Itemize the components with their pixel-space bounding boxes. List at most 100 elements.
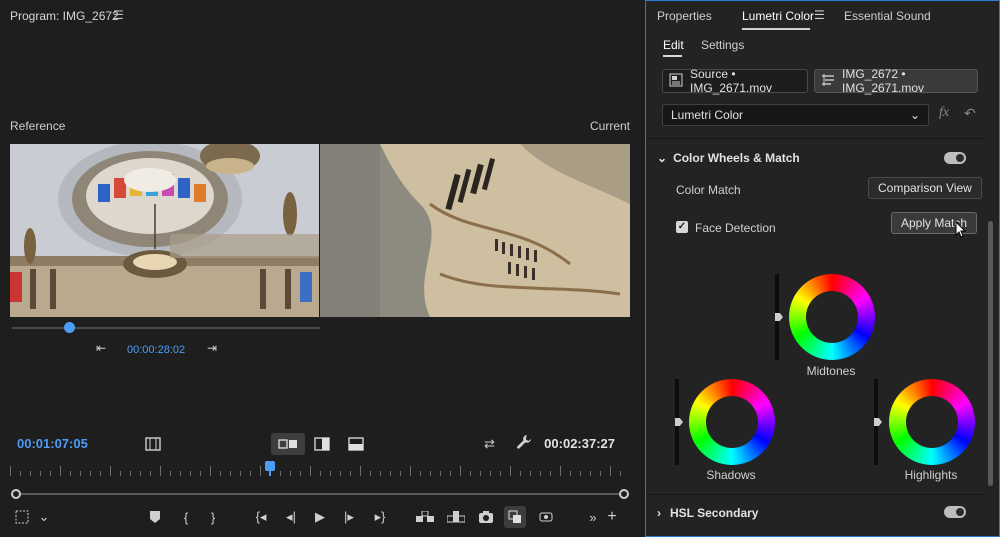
reference-scrub-track[interactable] xyxy=(12,327,320,329)
chevron-down-icon[interactable]: ⌄ xyxy=(36,506,52,528)
ruler-tick xyxy=(480,471,481,476)
wrench-icon[interactable] xyxy=(516,434,532,453)
ruler-tick xyxy=(570,471,571,476)
highlights-color-wheel[interactable] xyxy=(889,379,975,465)
ruler-tick xyxy=(220,471,221,476)
panel-menu-icon[interactable]: ☰ xyxy=(814,8,825,22)
fx-icon[interactable]: fx xyxy=(939,105,949,121)
playhead-line xyxy=(269,470,271,476)
play-icon[interactable]: ▶ xyxy=(312,506,328,528)
ruler-tick xyxy=(540,471,541,476)
ruler-tick xyxy=(470,471,471,476)
reference-timecode[interactable]: 00:00:28:02 xyxy=(127,344,185,356)
insert-icon[interactable] xyxy=(415,506,435,528)
tab-essential-sound[interactable]: Essential Sound xyxy=(844,9,931,23)
lumetri-color-panel: Properties Lumetri Color ☰ Essential Sou… xyxy=(645,0,1000,537)
proxy-toggle-icon[interactable] xyxy=(536,506,556,528)
ruler-tick xyxy=(340,471,341,476)
ruler-tick xyxy=(140,471,141,476)
zoom-end-handle[interactable] xyxy=(619,489,629,499)
select-zoom-icon[interactable] xyxy=(12,506,32,528)
subtab-settings[interactable]: Settings xyxy=(701,38,744,52)
chevron-down-icon: ⌄ xyxy=(657,151,668,165)
panel-scrollbar[interactable] xyxy=(988,221,993,486)
target-clip-label: IMG_2672 • IMG_2671.mov xyxy=(842,67,925,95)
single-view-icon[interactable] xyxy=(339,433,373,455)
ruler-tick xyxy=(60,466,61,476)
shadows-slider-handle[interactable] xyxy=(675,418,683,426)
active-tab-indicator xyxy=(742,28,810,30)
go-to-next-edit-icon[interactable]: ⇥ xyxy=(204,340,220,356)
ruler-tick xyxy=(550,471,551,476)
tab-lumetri-color[interactable]: Lumetri Color xyxy=(742,9,814,23)
add-marker-icon[interactable] xyxy=(147,506,163,528)
ruler-tick xyxy=(420,471,421,476)
active-subtab-indicator xyxy=(663,55,682,57)
source-clip-button[interactable]: Source • IMG_2671.mov xyxy=(662,67,808,95)
ruler-tick xyxy=(530,471,531,476)
step-back-icon[interactable]: ◂| xyxy=(283,506,299,528)
color-wheels-title: Color Wheels & Match xyxy=(673,151,800,165)
midtones-label: Midtones xyxy=(806,364,856,378)
reset-icon[interactable]: ↶ xyxy=(964,105,976,122)
effect-select[interactable]: Lumetri Color ⌄ xyxy=(662,104,929,126)
ruler-tick xyxy=(80,471,81,476)
hsl-secondary-toggle[interactable] xyxy=(944,506,966,518)
ruler-tick xyxy=(390,471,391,476)
comparison-view-icon[interactable] xyxy=(504,506,526,528)
reference-scrub-handle[interactable] xyxy=(64,322,75,333)
ruler-tick xyxy=(290,471,291,476)
midtones-slider-handle[interactable] xyxy=(775,313,783,321)
comparison-view-button[interactable]: Comparison View xyxy=(868,177,982,199)
ruler-tick xyxy=(50,471,51,476)
ruler-tick xyxy=(180,471,181,476)
ruler-tick xyxy=(580,471,581,476)
color-wheels-toggle[interactable] xyxy=(944,152,966,164)
ruler-tick xyxy=(250,471,251,476)
shadows-label: Shadows xyxy=(706,468,756,482)
split-view-icon[interactable] xyxy=(305,433,339,455)
ruler-tick xyxy=(130,471,131,476)
go-to-previous-edit-icon[interactable]: ⇤ xyxy=(93,340,109,356)
dome-image xyxy=(10,144,319,317)
ruler-tick xyxy=(560,466,561,476)
ruler-tick xyxy=(510,466,511,476)
hsl-secondary-section-header[interactable]: › HSL Secondary xyxy=(657,506,758,520)
hsl-secondary-title: HSL Secondary xyxy=(670,506,759,520)
highlights-slider-handle[interactable] xyxy=(874,418,882,426)
mark-out-icon[interactable]: } xyxy=(207,506,219,528)
ruler-tick xyxy=(120,471,121,476)
ruler-tick xyxy=(280,471,281,476)
shadows-color-wheel[interactable] xyxy=(689,379,775,465)
safe-margins-icon[interactable] xyxy=(145,436,161,455)
face-detection-checkbox[interactable]: ✓ xyxy=(676,221,688,233)
comparison-side-by-side-icon[interactable] xyxy=(271,433,305,455)
time-ruler[interactable] xyxy=(10,462,628,476)
zoom-scrollbar[interactable] xyxy=(16,493,624,495)
ruler-tick xyxy=(200,471,201,476)
program-title[interactable]: Program: IMG_2672 xyxy=(10,9,119,23)
hamburger-icon[interactable]: ☰ xyxy=(113,8,124,22)
section-divider xyxy=(646,138,986,139)
camera-icon[interactable] xyxy=(477,506,495,528)
target-clip-button[interactable]: IMG_2672 • IMG_2671.mov xyxy=(814,67,978,95)
go-to-in-icon[interactable]: {◂ xyxy=(252,506,270,528)
go-to-out-icon[interactable]: ▸} xyxy=(371,506,389,528)
midtones-color-wheel[interactable] xyxy=(789,274,875,360)
overwrite-icon[interactable] xyxy=(446,506,466,528)
swap-icon[interactable]: ⇄ xyxy=(484,436,495,452)
subtab-edit[interactable]: Edit xyxy=(663,38,684,52)
chevron-right-icon: › xyxy=(657,506,661,520)
color-wheels-section-header[interactable]: ⌄ Color Wheels & Match xyxy=(657,151,800,165)
tab-properties[interactable]: Properties xyxy=(657,9,712,23)
more-icon[interactable]: » xyxy=(586,506,600,528)
ruler-tick xyxy=(410,466,411,476)
mark-in-icon[interactable]: { xyxy=(180,506,192,528)
zoom-start-handle[interactable] xyxy=(11,489,21,499)
ruler-tick xyxy=(310,466,311,476)
playhead-timecode[interactable]: 00:01:07:05 xyxy=(17,436,88,451)
ruler-tick xyxy=(260,466,261,476)
add-button-icon[interactable]: + xyxy=(604,506,620,528)
step-forward-icon[interactable]: |▸ xyxy=(341,506,357,528)
ruler-tick xyxy=(30,471,31,476)
